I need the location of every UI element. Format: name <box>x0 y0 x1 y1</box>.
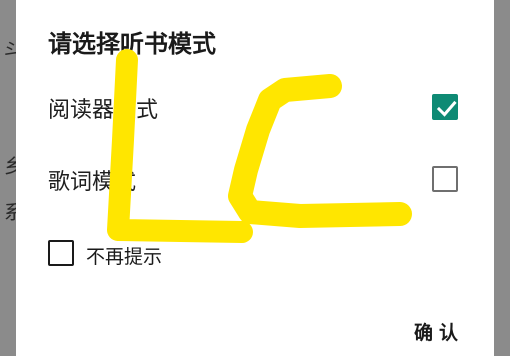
dont-show-again-label: 不再提示 <box>86 246 163 268</box>
option-lyrics-mode[interactable]: 歌词模式 <box>16 150 494 210</box>
dialog-title: 请选择听书模式 <box>48 30 216 58</box>
option-reader-mode[interactable]: 阅读器模式 <box>16 78 494 138</box>
checkmark-icon <box>436 100 457 117</box>
dont-show-again-row[interactable]: 不再提示 <box>48 240 248 270</box>
listen-mode-dialog: 请选择听书模式 阅读器模式 歌词模式 不再提示 确认 <box>16 0 494 356</box>
confirm-button[interactable]: 确认 <box>404 318 474 350</box>
reader-mode-checkbox[interactable] <box>432 94 458 120</box>
dont-show-again-checkbox[interactable] <box>48 240 74 266</box>
option-label: 歌词模式 <box>48 170 137 195</box>
lyrics-mode-checkbox[interactable] <box>432 166 458 192</box>
option-label: 阅读器模式 <box>48 98 159 123</box>
